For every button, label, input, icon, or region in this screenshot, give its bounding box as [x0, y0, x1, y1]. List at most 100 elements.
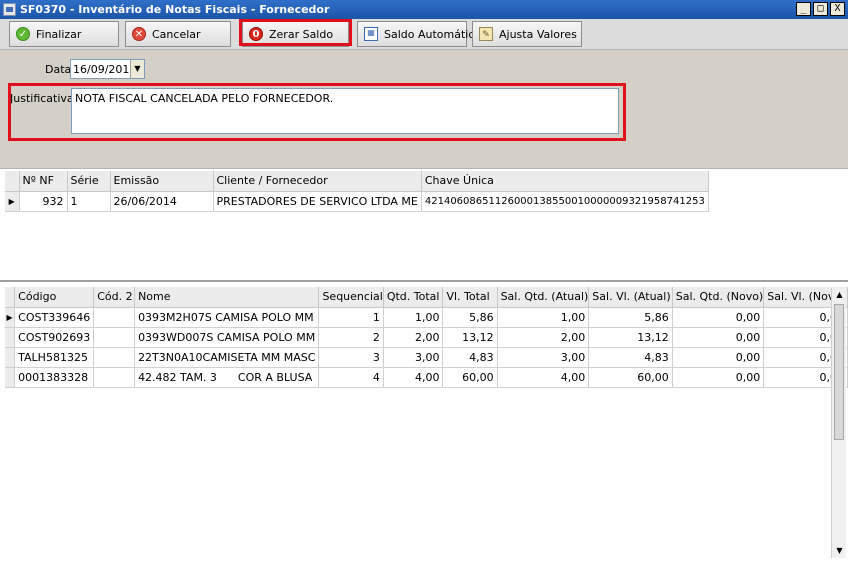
cell-sequencial: 4	[318, 367, 384, 388]
table-row[interactable]: 0001383328 42.482 TAM. 3 COR A BLUSA 4 4…	[5, 367, 848, 388]
cell-chave: 4214060865112600013855001000000932195874…	[421, 191, 709, 212]
cell-sal-qtd-novo: 0,00	[672, 307, 765, 328]
saldo-automatico-button[interactable]: ▦ Saldo Automático	[357, 21, 481, 47]
cell-qtd-total: 3,00	[383, 347, 444, 368]
column-header-sal-vl-atual[interactable]: Sal. Vl. (Atual)	[588, 287, 673, 308]
justificativa-highlight	[8, 83, 626, 141]
check-icon: ✓	[16, 27, 30, 41]
cell-sequencial: 3	[318, 347, 384, 368]
cell-sal-vl-atual: 4,83	[588, 347, 673, 368]
row-indicator	[5, 327, 16, 348]
column-header-cliente[interactable]: Cliente / Fornecedor	[213, 171, 422, 192]
table-row[interactable]: ▶ COST339646 0393M2H07S CAMISA POLO MM 1…	[5, 307, 848, 328]
cell-vl-total: 5,86	[442, 307, 498, 328]
scroll-down-icon[interactable]: ▼	[832, 544, 847, 558]
cell-codigo: COST339646	[14, 307, 95, 328]
cell-qtd-total: 1,00	[383, 307, 444, 328]
data-value: 16/09/2016	[73, 63, 137, 76]
cell-sal-qtd-atual: 1,00	[497, 307, 590, 328]
cell-nome: 0393M2H07S CAMISA POLO MM	[134, 307, 320, 328]
column-header-sal-qtd-atual[interactable]: Sal. Qtd. (Atual)	[497, 287, 590, 308]
cell-vl-total: 13,12	[442, 327, 498, 348]
column-header-nf[interactable]: Nº NF	[19, 171, 68, 192]
cell-sal-vl-atual: 5,86	[588, 307, 673, 328]
cell-cod2	[93, 347, 136, 368]
minimize-button[interactable]: _	[796, 2, 811, 16]
table-row[interactable]: COST902693 0393WD007S CAMISA POLO MM 2 2…	[5, 327, 848, 348]
zerar-saldo-highlight	[239, 19, 352, 46]
cell-cod2	[93, 327, 136, 348]
table-icon: ▦	[364, 27, 378, 41]
close-button[interactable]: X	[830, 2, 845, 16]
cell-vl-total: 60,00	[442, 367, 498, 388]
vertical-scrollbar[interactable]: ▲ ▼	[831, 288, 846, 558]
cell-sal-qtd-novo: 0,00	[672, 327, 765, 348]
window-title-bar: SF0370 - Inventário de Notas Fiscais - F…	[0, 0, 848, 19]
cell-nome: 0393WD007S CAMISA POLO MM	[134, 327, 320, 348]
ajusta-valores-label: Ajusta Valores	[499, 27, 577, 41]
column-header-cod2[interactable]: Cód. 2	[93, 287, 136, 308]
table-row[interactable]: ▶ 932 1 26/06/2014 PRESTADORES DE SERVIC…	[5, 191, 709, 212]
window-title: SF0370 - Inventário de Notas Fiscais - F…	[20, 3, 330, 16]
cell-sal-vl-atual: 13,12	[588, 327, 673, 348]
cell-sequencial: 2	[318, 327, 384, 348]
scrollbar-thumb[interactable]	[834, 304, 844, 440]
cell-sequencial: 1	[318, 307, 384, 328]
cell-sal-qtd-novo: 0,00	[672, 347, 765, 368]
chevron-down-icon[interactable]: ▼	[130, 60, 144, 78]
column-header-nome[interactable]: Nome	[134, 287, 320, 308]
cell-cod2	[93, 367, 136, 388]
cell-sal-qtd-atual: 2,00	[497, 327, 590, 348]
window-controls: _ □ X	[796, 2, 845, 16]
cell-codigo: 0001383328	[14, 367, 95, 388]
items-grid[interactable]: Código Cód. 2 Nome Sequencial Qtd. Total…	[0, 284, 848, 567]
row-indicator	[5, 347, 16, 368]
column-header-sequencial[interactable]: Sequencial	[318, 287, 384, 308]
nf-grid[interactable]: Nº NF Série Emissão Cliente / Fornecedor…	[0, 169, 848, 282]
cell-vl-total: 4,83	[442, 347, 498, 368]
toolbar: ✓ Finalizar ✕ Cancelar 0 Zerar Saldo ▦ S…	[0, 19, 848, 50]
cell-qtd-total: 2,00	[383, 327, 444, 348]
column-header-chave[interactable]: Chave Única	[421, 171, 709, 192]
cell-emissao: 26/06/2014	[110, 191, 214, 212]
saldo-automatico-label: Saldo Automático	[384, 27, 482, 41]
cell-cliente: PRESTADORES DE SERVICO LTDA ME	[213, 191, 422, 212]
data-label: Data	[45, 63, 72, 76]
column-header-serie[interactable]: Série	[67, 171, 111, 192]
cancelar-button[interactable]: ✕ Cancelar	[125, 21, 231, 47]
finalizar-button[interactable]: ✓ Finalizar	[9, 21, 119, 47]
row-pointer-icon: ▶	[5, 307, 16, 328]
row-indicator-header	[5, 287, 16, 308]
cell-codigo: COST902693	[14, 327, 95, 348]
column-header-vl-total[interactable]: Vl. Total	[442, 287, 498, 308]
finalizar-label: Finalizar	[36, 27, 82, 41]
row-indicator	[5, 367, 16, 388]
scroll-up-icon[interactable]: ▲	[832, 288, 847, 302]
cell-nf: 932	[19, 191, 68, 212]
cell-qtd-total: 4,00	[383, 367, 444, 388]
items-grid-header: Código Cód. 2 Nome Sequencial Qtd. Total…	[5, 287, 848, 308]
cell-sal-qtd-atual: 4,00	[497, 367, 590, 388]
column-header-qtd-total[interactable]: Qtd. Total	[383, 287, 444, 308]
ajusta-valores-button[interactable]: ✎ Ajusta Valores	[472, 21, 582, 47]
edit-icon: ✎	[479, 27, 493, 41]
data-field[interactable]: 16/09/2016 ▼	[70, 59, 145, 79]
cell-sal-vl-atual: 60,00	[588, 367, 673, 388]
row-pointer-icon: ▶	[5, 191, 20, 212]
cell-sal-qtd-atual: 3,00	[497, 347, 590, 368]
cell-serie: 1	[67, 191, 111, 212]
cancelar-label: Cancelar	[152, 27, 201, 41]
nf-grid-header: Nº NF Série Emissão Cliente / Fornecedor…	[5, 171, 709, 192]
table-row[interactable]: TALH581325 22T3N0A10CAMISETA MM MASC 3 3…	[5, 347, 848, 368]
column-header-sal-qtd-novo[interactable]: Sal. Qtd. (Novo)	[672, 287, 765, 308]
maximize-button[interactable]: □	[813, 2, 828, 16]
row-indicator-header	[5, 171, 20, 192]
cell-nome: 22T3N0A10CAMISETA MM MASC	[134, 347, 320, 368]
cell-cod2	[93, 307, 136, 328]
column-header-codigo[interactable]: Código	[14, 287, 95, 308]
cell-codigo: TALH581325	[14, 347, 95, 368]
column-header-emissao[interactable]: Emissão	[110, 171, 214, 192]
app-icon	[3, 3, 16, 16]
cell-nome: 42.482 TAM. 3 COR A BLUSA	[134, 367, 320, 388]
cell-sal-qtd-novo: 0,00	[672, 367, 765, 388]
